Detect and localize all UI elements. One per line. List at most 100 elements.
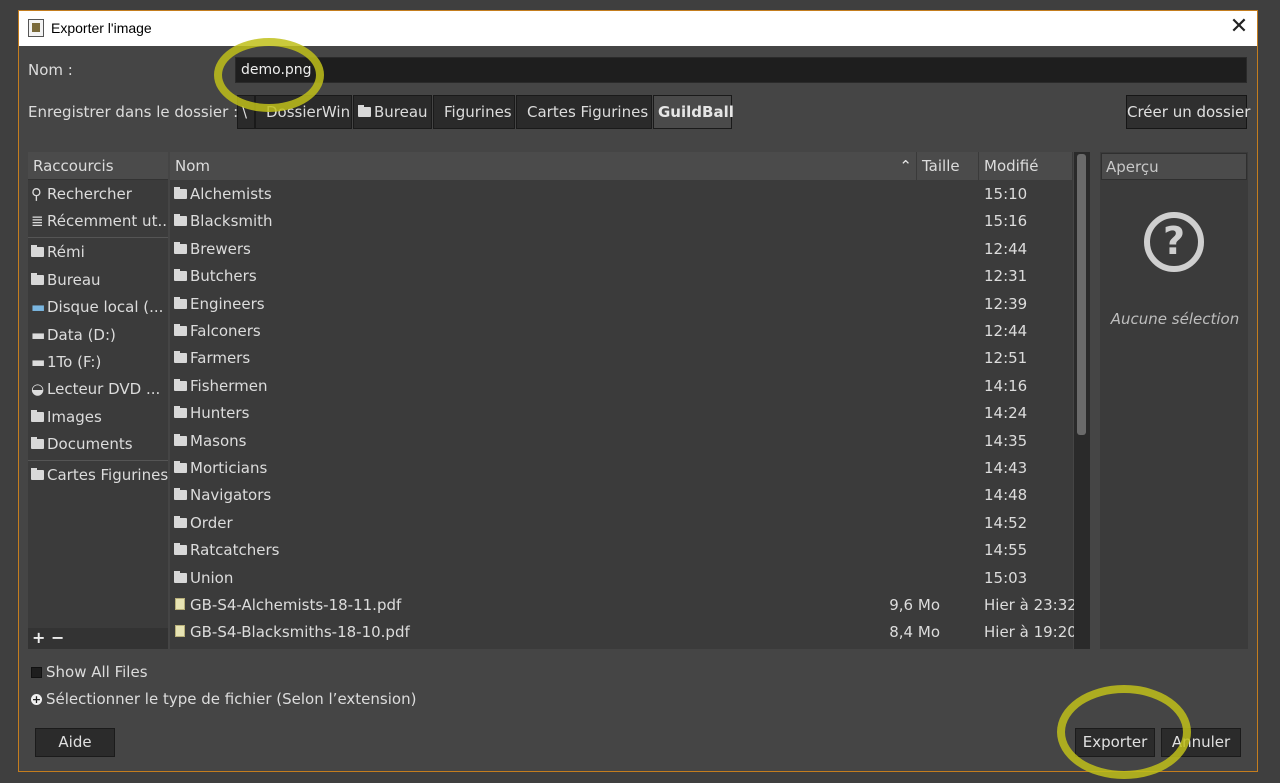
file-row[interactable]: Hunters 14:24	[170, 400, 1073, 427]
column-size-header[interactable]: Taille	[917, 152, 979, 180]
file-row[interactable]: Butchers 12:31	[170, 263, 1073, 290]
file-size-cell: 9,6 Mo	[889, 596, 940, 614]
help-button[interactable]: Aide	[35, 728, 115, 757]
file-name-text: Farmers	[190, 349, 251, 368]
place-label: 1To (F:)	[47, 353, 102, 371]
file-size-cell: 8,4 Mo	[889, 623, 940, 642]
file-name-text: Hunters	[190, 404, 250, 423]
column-name-header[interactable]: Nom ⌃	[170, 152, 917, 180]
file-row[interactable]: GB-S4-Blacksmiths-18-10.pdf 8,4 Mo Hier à …	[170, 619, 1077, 646]
export-highlight-circle	[1057, 685, 1191, 779]
file-modified-cell: 12:44	[984, 239, 1028, 258]
filename-input[interactable]: demo.png	[235, 57, 1247, 83]
file-row[interactable]: Navigators 14:48	[170, 482, 1073, 509]
gimp-app-icon	[28, 19, 44, 37]
file-row[interactable]: Falconers 12:44	[170, 318, 1073, 345]
file-row[interactable]: Fishermen 14:16	[170, 373, 1073, 400]
remove-bookmark-button[interactable]: −	[51, 629, 64, 647]
pdf-file-icon	[175, 598, 185, 610]
place-cartes-figurines[interactable]: Cartes Figurines	[28, 462, 168, 489]
folder-icon	[174, 515, 187, 528]
folder-icon	[174, 351, 187, 364]
places-separator	[28, 460, 168, 461]
file-modified-cell: 14:16	[984, 376, 1028, 395]
file-type-expander-label[interactable]: Sélectionner le type de fichier (Selon l…	[46, 690, 416, 708]
place-label: Rechercher	[47, 185, 132, 203]
file-modified-cell: Hier à 19:20	[984, 623, 1077, 642]
add-bookmark-button[interactable]: +	[32, 629, 45, 647]
show-all-files-label[interactable]: Show All Files	[46, 663, 148, 681]
file-name-cell: Engineers	[174, 291, 265, 318]
file-name-cell: GB-S4-Alchemists-18-11.pdf	[174, 592, 401, 619]
place-home[interactable]: Rémi	[28, 239, 168, 266]
file-row[interactable]: GB-S4-Alchemists-18-11.pdf 9,6 Mo Hier à 2…	[170, 592, 1077, 619]
file-row[interactable]: Morticians 14:43	[170, 455, 1073, 482]
file-modified-cell: 14:35	[984, 431, 1028, 450]
file-name-cell: Butchers	[174, 263, 257, 290]
file-name-cell: GB-S4-Blacksmiths-18-10.pdf	[174, 619, 410, 646]
crumb-bureau[interactable]: Bureau	[353, 95, 432, 129]
preview-header: Aperçu	[1101, 153, 1247, 180]
places-header: Raccourcis	[28, 152, 168, 180]
column-modified-header[interactable]: Modifié	[979, 152, 1073, 180]
file-name-text: Engineers	[190, 294, 265, 313]
scrollbar-thumb[interactable]	[1077, 154, 1086, 435]
folder-icon	[174, 461, 187, 473]
file-name-cell: Union	[174, 565, 233, 592]
file-type-expander-icon[interactable]: +	[31, 694, 42, 705]
place-desktop[interactable]: Bureau	[28, 267, 168, 294]
place-images[interactable]: Images	[28, 404, 168, 431]
file-row[interactable]: Blacksmith 15:16	[170, 208, 1073, 235]
window-title: Exporter l'image	[51, 20, 152, 36]
crumb-figurines[interactable]: Figurines	[433, 95, 515, 129]
file-name-cell: Morticians	[174, 455, 267, 482]
place-label: Images	[47, 408, 102, 426]
file-modified-cell: 15:10	[984, 185, 1028, 203]
place-documents[interactable]: Documents	[28, 431, 168, 458]
folder-icon	[31, 410, 44, 422]
folder-icon	[174, 241, 187, 254]
crumb-guildball[interactable]: GuildBall	[653, 95, 734, 129]
place-search[interactable]: ⚲ Rechercher	[28, 181, 168, 208]
search-icon: ⚲	[31, 185, 42, 203]
folder-icon	[31, 245, 44, 257]
place-data-d[interactable]: ▬ Data (D:)	[28, 322, 168, 349]
file-modified-cell: 14:24	[984, 404, 1028, 423]
no-selection-text: Aucune sélection	[1110, 310, 1240, 328]
folder-icon	[174, 187, 187, 199]
file-modified-cell: 14:52	[984, 513, 1028, 532]
place-1to-f[interactable]: ▬ 1To (F:)	[28, 349, 168, 376]
file-name-text: Alchemists	[190, 185, 272, 203]
create-folder-button[interactable]: Créer un dossier	[1126, 95, 1250, 129]
file-row[interactable]: Order 14:52	[170, 510, 1073, 537]
file-name-text: Blacksmith	[190, 212, 273, 231]
drive-icon: ▬	[31, 353, 46, 371]
close-icon[interactable]: ✕	[1228, 16, 1250, 38]
file-row[interactable]: Masons 14:35	[170, 428, 1073, 455]
folder-icon	[174, 488, 187, 501]
file-row[interactable]: Ratcatchers 14:55	[170, 537, 1073, 564]
folder-icon	[174, 433, 187, 446]
places-footer	[28, 628, 168, 649]
file-modified-cell: 14:43	[984, 459, 1028, 477]
file-row[interactable]: Union 15:03	[170, 565, 1073, 592]
crumb-cartes-figurines[interactable]: Cartes Figurines	[516, 95, 652, 129]
filename-highlight-circle	[214, 38, 324, 112]
file-name-cell: Blacksmith	[174, 208, 273, 235]
file-row[interactable]: Engineers 12:39	[170, 291, 1073, 318]
file-row[interactable]: Alchemists 15:10	[170, 181, 1073, 208]
file-name-text: GB-S4-Alchemists-18-11.pdf	[190, 596, 402, 614]
file-name-text: Navigators	[190, 486, 272, 505]
place-recent[interactable]: ≣ Récemment ut...	[28, 208, 168, 235]
file-name-text: Masons	[190, 431, 247, 450]
save-in-label: Enregistrer dans le dossier :	[28, 103, 239, 121]
file-modified-cell: 14:48	[984, 486, 1028, 505]
file-name-cell: Order	[174, 510, 233, 537]
crumb-label: Bureau	[374, 103, 428, 121]
place-local-disk[interactable]: ▬ Disque local (...	[28, 294, 168, 321]
file-row[interactable]: Brewers 12:44	[170, 236, 1073, 263]
place-dvd[interactable]: ◒ Lecteur DVD ...	[28, 376, 168, 403]
folder-icon	[31, 437, 44, 449]
show-all-files-checkbox[interactable]	[31, 667, 42, 678]
file-row[interactable]: Farmers 12:51	[170, 345, 1073, 372]
